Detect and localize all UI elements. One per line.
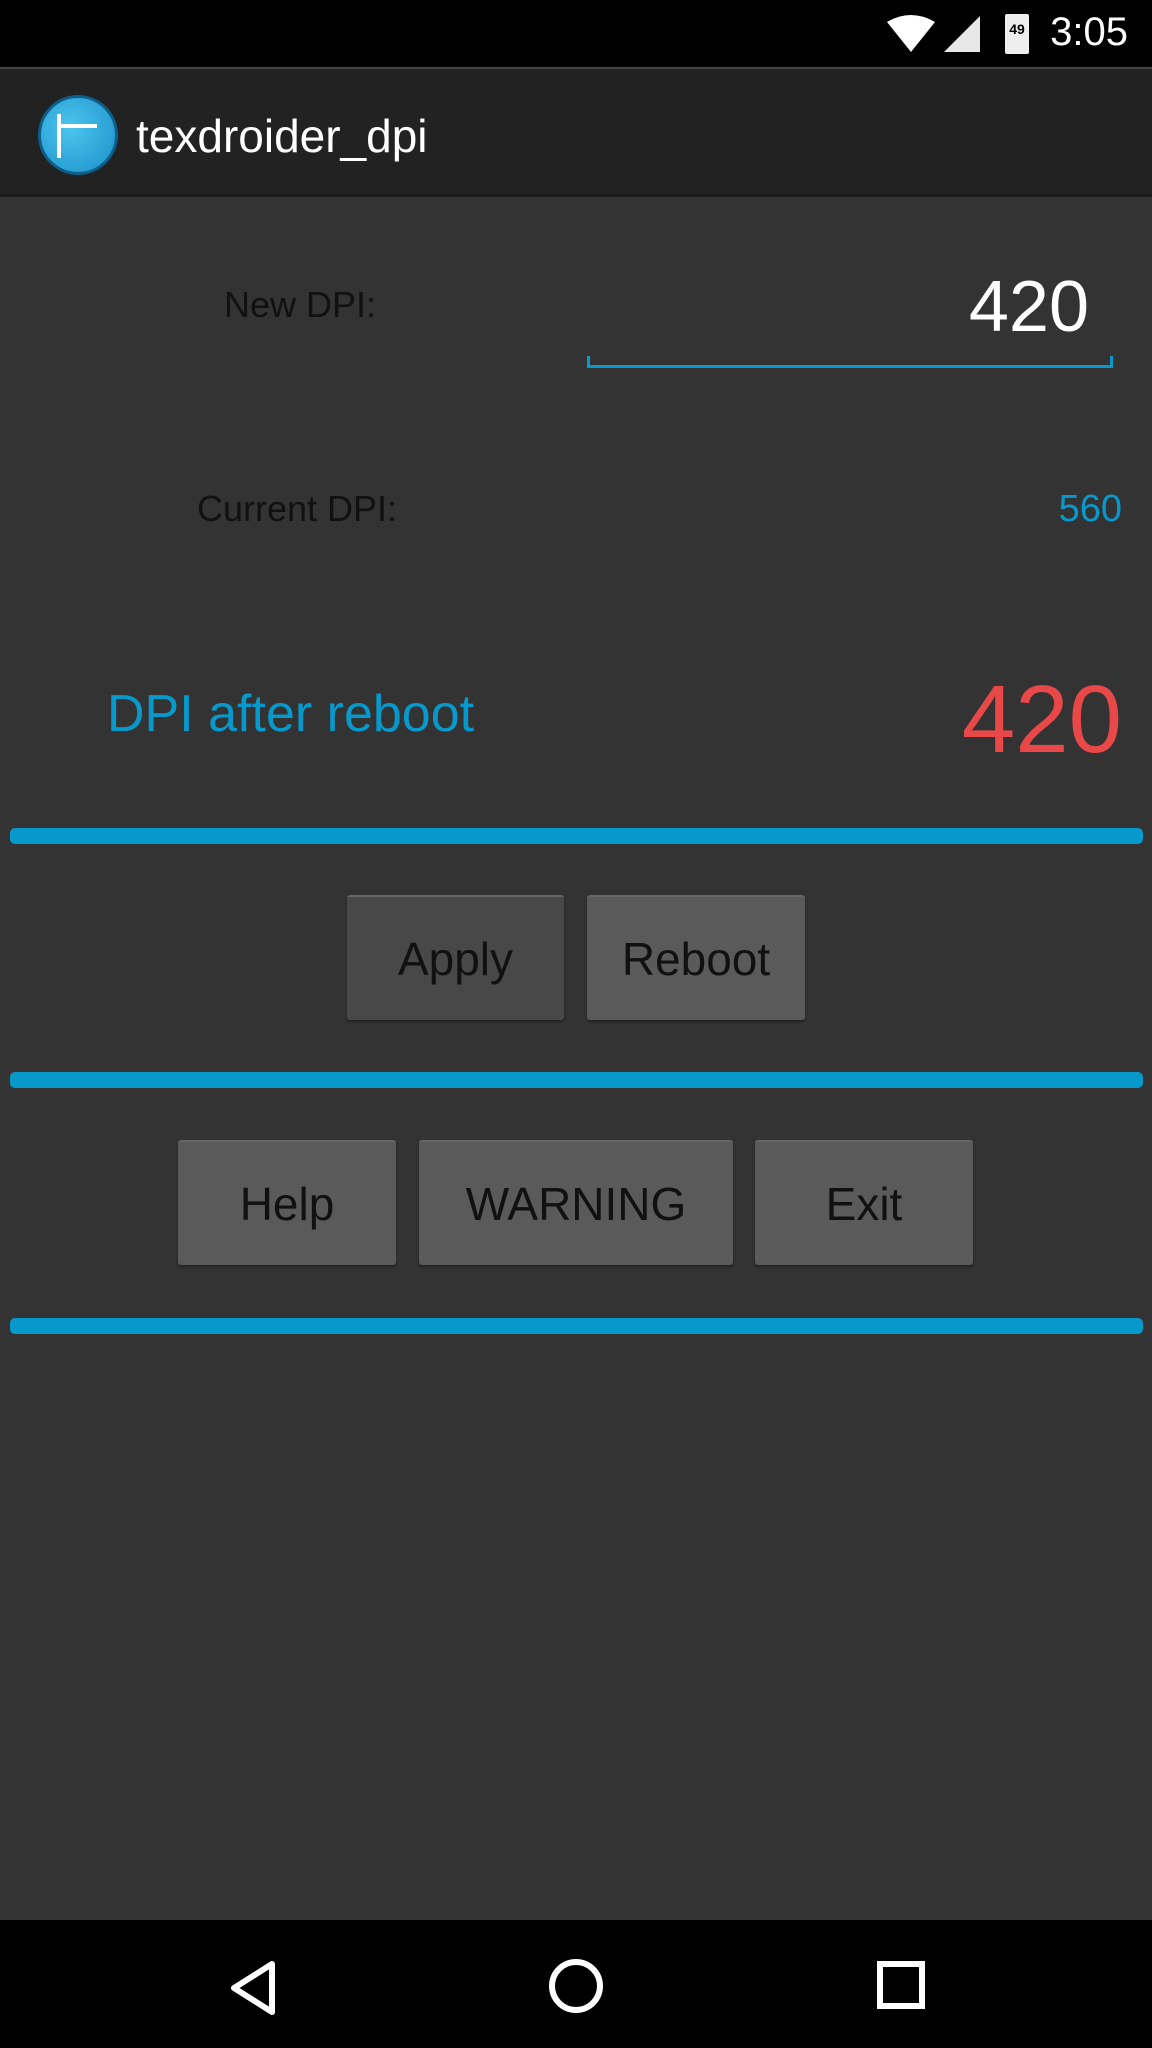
- current-dpi-value: 560: [1058, 488, 1122, 530]
- wifi-icon: [887, 15, 935, 52]
- after-reboot-value: 420: [961, 666, 1122, 773]
- after-reboot-label: DPI after reboot: [107, 685, 475, 743]
- new-dpi-value: 420: [968, 267, 1089, 347]
- status-time: 3:05: [1050, 10, 1128, 54]
- battery-icon: 49: [1005, 14, 1029, 54]
- status-bar: 49 3:05: [0, 0, 1152, 67]
- warning-button[interactable]: WARNING: [419, 1140, 733, 1265]
- divider: [10, 828, 1143, 844]
- divider: [10, 1318, 1143, 1334]
- apply-button[interactable]: Apply: [347, 895, 564, 1020]
- back-icon[interactable]: [228, 1960, 278, 2016]
- action-bar: texdroider_dpi: [0, 67, 1152, 197]
- new-dpi-input[interactable]: 420: [587, 262, 1113, 368]
- exit-button[interactable]: Exit: [755, 1140, 973, 1265]
- current-dpi-label: Current DPI:: [197, 488, 398, 529]
- new-dpi-label: New DPI:: [224, 284, 377, 325]
- app-logo-icon: [38, 95, 118, 175]
- navigation-bar: [0, 1920, 1152, 2048]
- help-button[interactable]: Help: [178, 1140, 396, 1265]
- reboot-button[interactable]: Reboot: [587, 895, 805, 1020]
- cell-signal-icon: [944, 16, 980, 52]
- home-icon[interactable]: [548, 1958, 604, 2014]
- divider: [10, 1072, 1143, 1088]
- app-title: texdroider_dpi: [136, 110, 428, 162]
- battery-level: 49: [1009, 21, 1025, 37]
- recents-icon[interactable]: [876, 1960, 926, 2010]
